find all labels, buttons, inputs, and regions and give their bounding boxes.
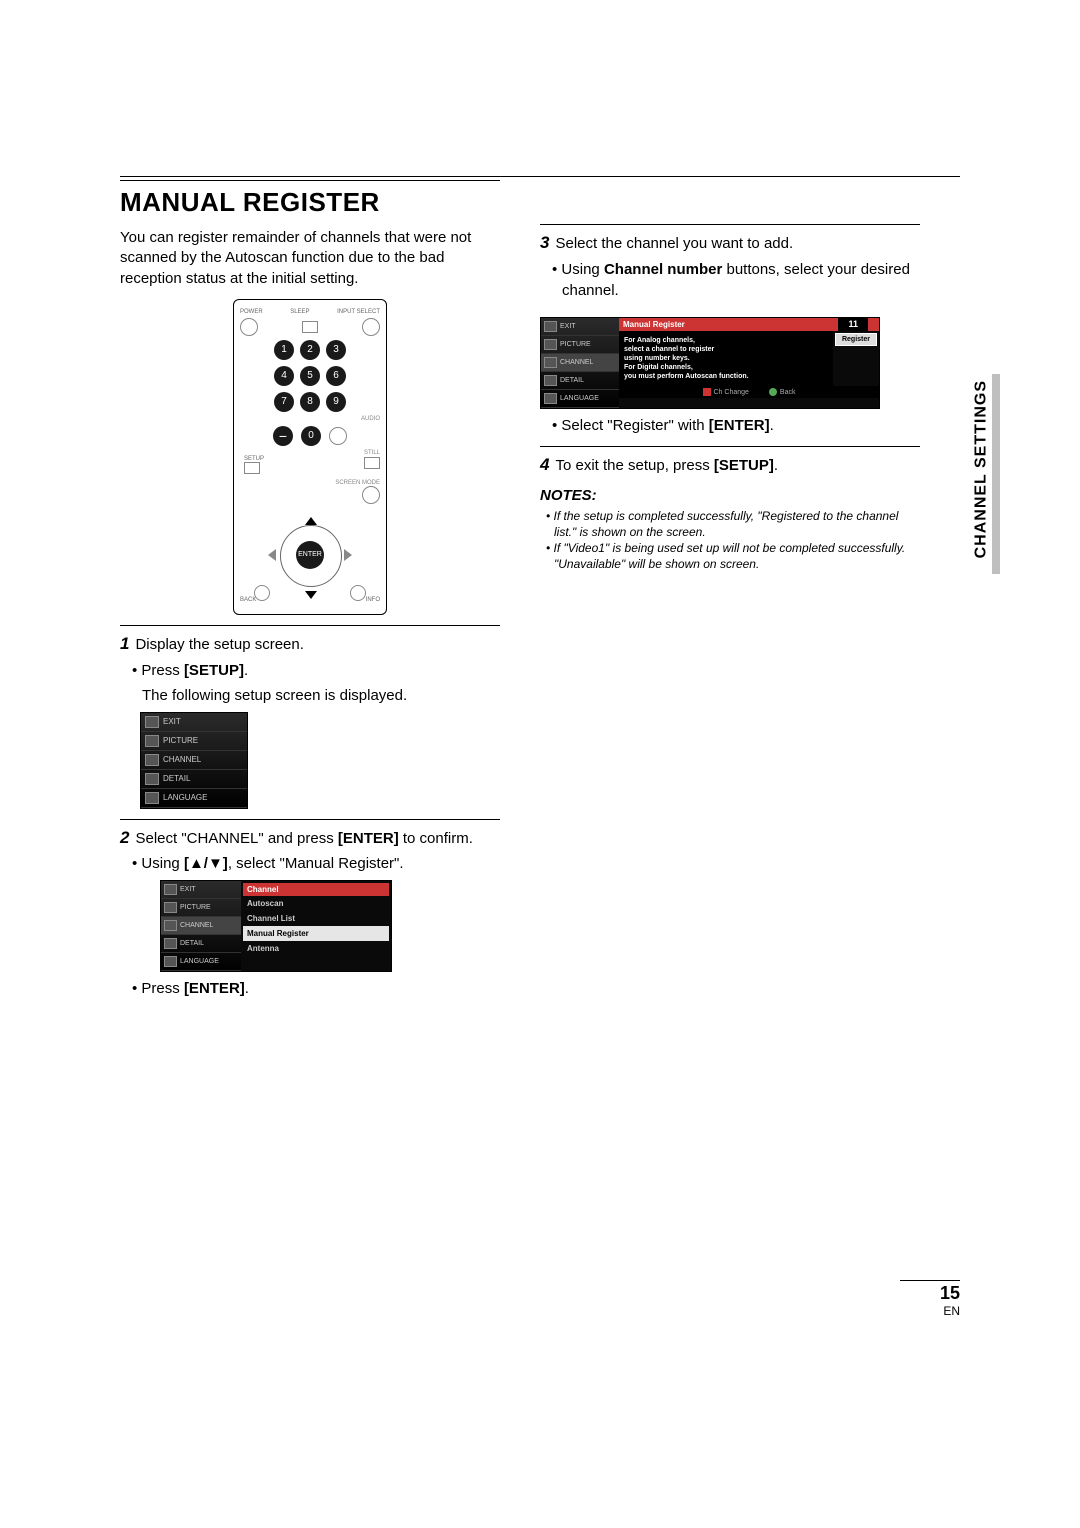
remote-input-button (362, 318, 380, 336)
intro-text: You can register remainder of channels t… (120, 228, 500, 289)
menu-icon (164, 938, 177, 949)
side-tab: CHANNEL SETTINGS (972, 380, 1000, 580)
remote-screenmode-button (362, 486, 380, 504)
menu-icon (164, 902, 177, 913)
remote-key-4: 4 (274, 366, 294, 386)
note-1: If the setup is completed successfully, … (554, 508, 920, 540)
remote-sleep-label: SLEEP (290, 309, 309, 315)
remote-down-icon (305, 591, 317, 599)
osd-channel-header: Channel (243, 883, 389, 896)
menu-icon (164, 884, 177, 895)
right-column: 3Select the channel you want to add. Usi… (540, 180, 920, 999)
osd-register-button: Register (835, 333, 877, 346)
remote-back-button (254, 585, 270, 601)
osd-channel-badge: 11 (838, 317, 868, 331)
menu-icon (145, 735, 159, 747)
remote-key-3: 3 (326, 340, 346, 360)
step-1-bullet-1: Press [SETUP]. (142, 660, 500, 681)
page-top-rule (120, 176, 960, 177)
remote-key-6: 6 (326, 366, 346, 386)
remote-setup-label: SETUP (244, 456, 264, 462)
osd-opt-channellist: Channel List (243, 911, 389, 926)
remote-sleep-button (302, 321, 318, 333)
menu-icon (544, 321, 557, 332)
step-3-bullet-2: Select "Register" with [ENTER]. (562, 415, 920, 436)
menu-icon (544, 375, 557, 386)
remote-power-button (240, 318, 258, 336)
remote-up-icon (305, 517, 317, 525)
menu-icon (544, 393, 557, 404)
step-3-bullet-1: Using Channel number buttons, select you… (562, 259, 920, 301)
page-lang: EN (900, 1304, 960, 1318)
menu-icon (544, 357, 557, 368)
remote-key-2: 2 (300, 340, 320, 360)
osd-opt-antenna: Antenna (243, 941, 389, 956)
side-tab-label: CHANNEL SETTINGS (972, 380, 990, 558)
step-number: 4 (540, 455, 549, 474)
remote-enter-button: ENTER (296, 541, 324, 569)
remote-right-icon (344, 549, 352, 561)
osd-channel-menu: EXIT PICTURE CHANNEL DETAIL LANGUAGE Cha… (160, 880, 392, 972)
step-rule (540, 224, 920, 225)
menu-icon (544, 339, 557, 350)
remote-setup-button (244, 462, 260, 474)
step-number: 1 (120, 634, 129, 653)
step-rule (120, 819, 500, 820)
menu-icon (145, 754, 159, 766)
step-1-line-2: The following setup screen is displayed. (142, 685, 500, 706)
osd-opt-autoscan: Autoscan (243, 896, 389, 911)
section-rule (120, 180, 500, 181)
osd-mr-footer: Ch Change Back (619, 386, 879, 398)
step-3: 3Select the channel you want to add. (540, 231, 920, 255)
step-1-text: Display the setup screen. (135, 636, 303, 653)
page-number: 15 (900, 1283, 960, 1304)
osd-setup-menu: EXIT PICTURE CHANNEL DETAIL LANGUAGE (140, 712, 248, 809)
step-rule (120, 625, 500, 626)
osd-opt-manualregister: Manual Register (243, 926, 389, 941)
remote-power-label: POWER (240, 309, 263, 315)
remote-still-button (364, 457, 380, 469)
remote-back-label: BACK (240, 597, 256, 603)
remote-dpad: ENTER (260, 515, 360, 595)
step-1: 1 Display the setup screen. (120, 632, 500, 656)
notes-heading: NOTES: (540, 487, 920, 504)
remote-key-7: 7 (274, 392, 294, 412)
menu-icon (164, 920, 177, 931)
remote-key-1: 1 (274, 340, 294, 360)
step-rule (540, 446, 920, 447)
remote-key-8: 8 (300, 392, 320, 412)
step-2-bullet-2: Press [ENTER]. (142, 978, 500, 999)
remote-input-label: INPUT SELECT (337, 309, 380, 315)
menu-icon (145, 792, 159, 804)
remote-left-icon (268, 549, 276, 561)
remote-info-button (350, 585, 366, 601)
keypad-hint-icon (703, 388, 711, 396)
section-title: MANUAL REGISTER (120, 187, 500, 218)
step-2: 2Select "CHANNEL" and press [ENTER] to c… (120, 826, 500, 850)
menu-icon (145, 773, 159, 785)
left-column: MANUAL REGISTER You can register remaind… (120, 180, 500, 999)
remote-key-minus: − (273, 426, 293, 446)
remote-keypad: 1 2 3 4 5 6 7 8 9 (240, 340, 380, 412)
remote-audio-label: AUDIO (361, 416, 380, 422)
back-hint-icon (769, 388, 777, 396)
remote-key-5: 5 (300, 366, 320, 386)
osd-mr-message: For Analog channels, select a channel to… (619, 331, 833, 386)
remote-key-9: 9 (326, 392, 346, 412)
osd-manual-register: 11 EXIT PICTURE CHANNEL DETAIL LANGUAGE … (540, 317, 880, 409)
remote-key-0: 0 (301, 426, 321, 446)
note-2: If "Video1" is being used set up will no… (554, 540, 920, 572)
menu-icon (164, 956, 177, 967)
remote-illustration: POWER SLEEP INPUT SELECT 1 2 3 4 5 6 7 (233, 299, 387, 615)
step-2-bullet-1: Using [▲/▼], select "Manual Register". (142, 853, 500, 874)
remote-info-label: INFO (366, 597, 380, 603)
step-4: 4To exit the setup, press [SETUP]. (540, 453, 920, 477)
remote-screen-label: SCREEN MODE (335, 480, 380, 486)
page-number-block: 15 EN (900, 1280, 960, 1318)
step-number: 2 (120, 828, 129, 847)
remote-audio-button (329, 427, 347, 445)
step-number: 3 (540, 233, 549, 252)
menu-icon (145, 716, 159, 728)
